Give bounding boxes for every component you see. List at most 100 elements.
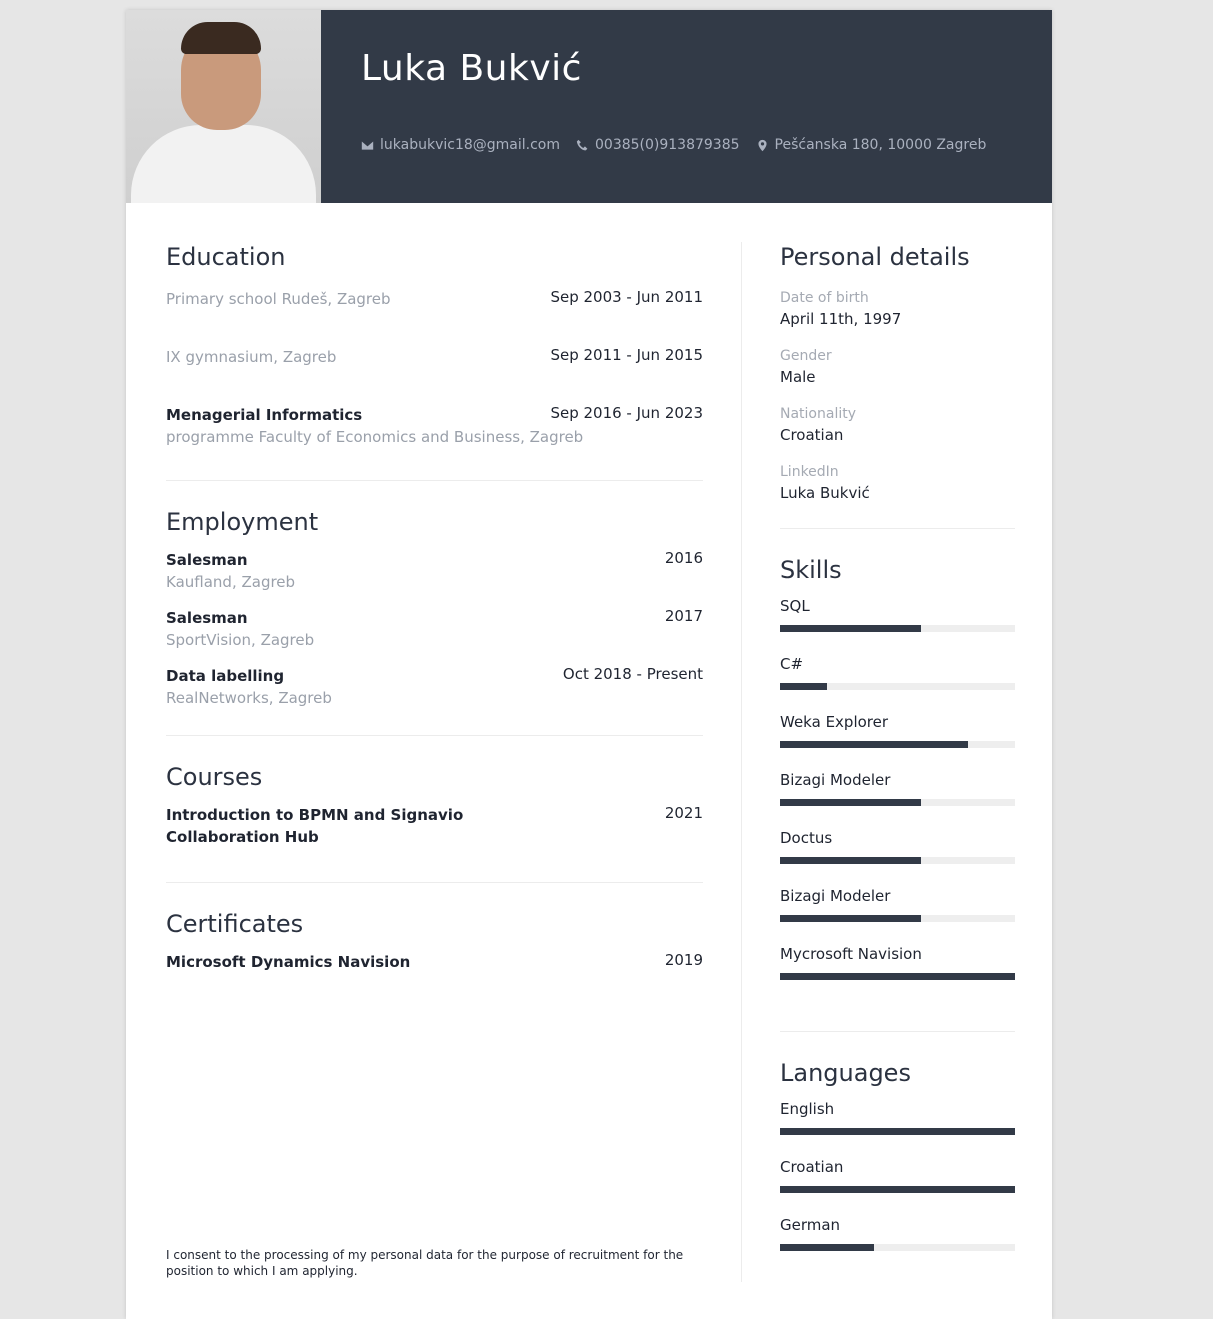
skill-name: Bizagi Modeler: [780, 887, 891, 905]
section-divider: [166, 480, 703, 481]
language-level-fill: [780, 1244, 874, 1251]
skill-level-bar: [780, 915, 1015, 922]
detail-value: Croatian: [780, 426, 844, 444]
certificates-section: Certificates 2019 Microsoft Dynamics Nav…: [166, 907, 703, 981]
language-level-fill: [780, 1128, 1015, 1135]
entry-date: 2017: [664, 607, 703, 625]
employment-section: Employment 2016 Salesman Kaufland, Zagre…: [166, 505, 703, 723]
personal-details-heading: Personal details: [780, 243, 970, 271]
resume-header: Luka Bukvić lukabukvic18@gmail.com 00385…: [126, 10, 1052, 203]
entry-title: Salesman: [166, 609, 248, 627]
detail-item: Nationality Croatian: [780, 404, 1015, 462]
address-text: Pešćanska 180, 10000 Zagreb: [774, 137, 987, 153]
skill-level-bar: [780, 799, 1015, 806]
skill-level-fill: [780, 741, 968, 748]
section-divider: [166, 882, 703, 883]
skill-level-bar: [780, 741, 1015, 748]
skill-name: SQL: [780, 597, 810, 615]
entry-title: Salesman: [166, 551, 248, 569]
phone-contact[interactable]: 00385(0)913879385: [576, 137, 740, 153]
education-heading: Education: [166, 243, 286, 271]
skills-list: SQL C# Weka Explorer Bizagi Modeler Doctus Bi…: [780, 595, 1015, 1001]
education-section: Education Sep 2003 - Jun 2011 Primary sc…: [166, 240, 703, 468]
entry-subtitle: SportVision, Zagreb: [166, 631, 315, 649]
candidate-name: Luka Bukvić: [361, 48, 582, 89]
entry-date: Sep 2011 - Jun 2015: [550, 346, 703, 364]
entry-subtitle: programme Faculty of Economics and Busin…: [166, 428, 584, 446]
employment-heading: Employment: [166, 508, 319, 536]
languages-list: English Croatian German: [780, 1098, 1015, 1272]
map-pin-icon: [757, 139, 767, 151]
skill-level-fill: [780, 915, 921, 922]
profile-photo: [126, 10, 321, 203]
employment-entry: 2016 Salesman Kaufland, Zagreb: [166, 549, 703, 607]
education-entry: Sep 2011 - Jun 2015 IX gymnasium, Zagreb: [166, 346, 703, 404]
skill-item: Bizagi Modeler: [780, 769, 1015, 827]
language-level-bar: [780, 1186, 1015, 1193]
contact-row: lukabukvic18@gmail.com 00385(0)913879385…: [361, 137, 986, 153]
section-divider: [780, 528, 1015, 529]
entry-date: 2016: [664, 549, 703, 567]
detail-value: Male: [780, 368, 816, 386]
resume-page: Luka Bukvić lukabukvic18@gmail.com 00385…: [126, 10, 1052, 1319]
language-item: English: [780, 1098, 1015, 1156]
entry-title: Microsoft Dynamics Navision: [166, 953, 411, 971]
email-text: lukabukvic18@gmail.com: [380, 137, 560, 153]
language-name: English: [780, 1100, 835, 1118]
skill-name: Weka Explorer: [780, 713, 889, 731]
skill-item: C#: [780, 653, 1015, 711]
languages-section: Languages English Croatian German: [780, 1056, 1015, 1272]
entry-date: 2021: [664, 804, 703, 822]
skill-name: Doctus: [780, 829, 833, 847]
detail-label: Nationality: [780, 406, 857, 422]
skill-item: SQL: [780, 595, 1015, 653]
detail-value: April 11th, 1997: [780, 310, 902, 328]
detail-item[interactable]: LinkedIn Luka Bukvić: [780, 462, 1015, 512]
skill-level-bar: [780, 857, 1015, 864]
phone-text: 00385(0)913879385: [595, 137, 740, 153]
language-item: Croatian: [780, 1156, 1015, 1214]
skill-level-fill: [780, 683, 827, 690]
skills-section: Skills SQL C# Weka Explorer Bizagi Modeler D…: [780, 553, 1015, 1001]
linkedin-link[interactable]: Luka Bukvić: [780, 482, 1015, 504]
section-divider: [780, 1031, 1015, 1032]
language-level-fill: [780, 1186, 1015, 1193]
email-contact[interactable]: lukabukvic18@gmail.com: [361, 137, 560, 153]
employment-entry: 2017 Salesman SportVision, Zagreb: [166, 607, 703, 665]
skill-level-bar: [780, 625, 1015, 632]
skills-heading: Skills: [780, 556, 842, 584]
skill-name: Bizagi Modeler: [780, 771, 891, 789]
skill-level-fill: [780, 799, 921, 806]
languages-heading: Languages: [780, 1059, 911, 1087]
skill-name: Mycrosoft Navision: [780, 945, 922, 963]
language-name: German: [780, 1216, 841, 1234]
detail-item: Date of birth April 11th, 1997: [780, 288, 1015, 346]
entry-date: Oct 2018 - Present: [562, 665, 703, 683]
skill-item: Bizagi Modeler: [780, 885, 1015, 943]
entry-date: Sep 2016 - Jun 2023: [550, 404, 703, 422]
course-entry: 2021 Introduction to BPMN and Signavio C…: [166, 804, 703, 868]
consent-statement: I consent to the processing of my person…: [166, 1248, 684, 1278]
sidebar-column: Personal details Date of birth April 11t…: [780, 240, 1015, 1272]
education-entry: Sep 2003 - Jun 2011 Primary school Rudeš…: [166, 288, 703, 346]
certificates-heading: Certificates: [166, 910, 304, 938]
entry-date: Sep 2003 - Jun 2011: [550, 288, 703, 306]
employment-entry: Oct 2018 - Present Data labelling RealNe…: [166, 665, 703, 723]
section-divider: [166, 735, 703, 736]
language-level-bar: [780, 1244, 1015, 1251]
skill-level-fill: [780, 857, 921, 864]
language-name: Croatian: [780, 1158, 844, 1176]
phone-icon: [576, 139, 588, 150]
main-column: Education Sep 2003 - Jun 2011 Primary sc…: [166, 240, 703, 981]
skill-level-fill: [780, 625, 921, 632]
address-contact: Pešćanska 180, 10000 Zagreb: [756, 137, 987, 153]
envelope-icon: [361, 140, 374, 150]
entry-subtitle: RealNetworks, Zagreb: [166, 689, 332, 707]
skill-item: Doctus: [780, 827, 1015, 885]
column-divider: [741, 242, 742, 1282]
skill-name: C#: [780, 655, 804, 673]
detail-label: Gender: [780, 348, 832, 364]
skill-level-fill: [780, 973, 1015, 980]
entry-subtitle: Kaufland, Zagreb: [166, 573, 296, 591]
language-level-bar: [780, 1128, 1015, 1135]
